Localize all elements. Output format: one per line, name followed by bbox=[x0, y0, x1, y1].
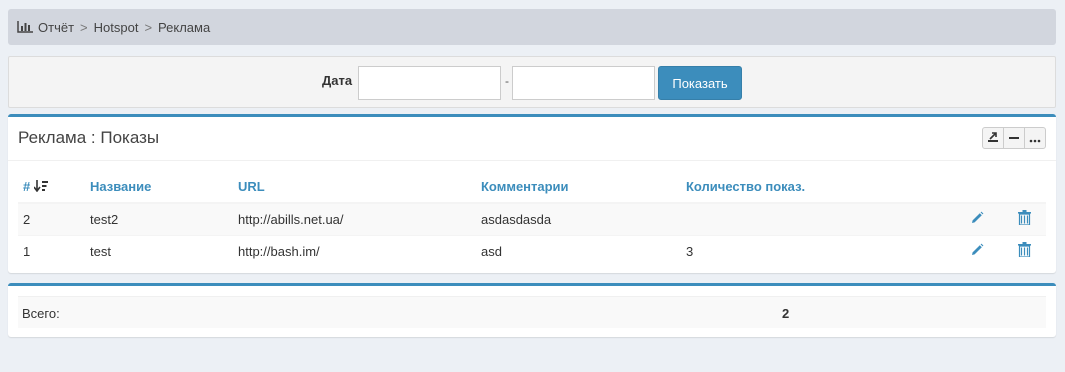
export-button[interactable] bbox=[982, 127, 1004, 149]
cell-name: test2 bbox=[85, 202, 233, 235]
cell-count: 3 bbox=[681, 234, 951, 267]
cell-name: test bbox=[85, 234, 233, 267]
show-button[interactable]: Показать bbox=[658, 66, 742, 100]
collapse-button[interactable] bbox=[1003, 127, 1025, 149]
more-icon bbox=[1029, 131, 1041, 146]
date-separator: - bbox=[505, 74, 509, 88]
table-row: 2 test2 http://abills.net.ua/ asdasdasda bbox=[18, 202, 1046, 235]
box-tools bbox=[982, 127, 1046, 149]
table-header-row: # Название URL Комментарии Количество по… bbox=[18, 171, 1046, 204]
breadcrumb-separator: > bbox=[80, 19, 88, 35]
cell-id: 1 bbox=[18, 234, 85, 267]
date-filter-panel: Дата - Показать bbox=[8, 56, 1056, 108]
breadcrumb-item-ads: Реклама bbox=[158, 19, 211, 35]
breadcrumb-item-hotspot[interactable]: Hotspot bbox=[94, 20, 139, 35]
cell-comment: asd bbox=[476, 234, 681, 267]
table-row: 1 test http://bash.im/ asd 3 bbox=[18, 234, 1046, 267]
column-header-name[interactable]: Название bbox=[85, 171, 233, 204]
box-header: Реклама : Показы bbox=[8, 117, 1056, 161]
pencil-icon[interactable] bbox=[970, 211, 984, 228]
cell-comment: asdasdasda bbox=[476, 202, 681, 235]
date-to-input[interactable] bbox=[512, 66, 655, 100]
totals-box: Всего: 2 bbox=[8, 283, 1056, 337]
column-header-comments[interactable]: Комментарии bbox=[476, 171, 681, 204]
column-header-edit bbox=[951, 171, 998, 204]
totals-value: 2 bbox=[782, 306, 790, 321]
column-header-url[interactable]: URL bbox=[233, 171, 476, 204]
date-label: Дата bbox=[322, 73, 353, 88]
totals-row: Всего: 2 bbox=[18, 296, 1046, 328]
trash-icon[interactable] bbox=[1018, 210, 1031, 228]
cell-edit bbox=[951, 234, 998, 267]
cell-url: http://bash.im/ bbox=[233, 234, 476, 267]
sort-desc-icon[interactable] bbox=[33, 179, 48, 194]
breadcrumb-item-report[interactable]: Отчёт bbox=[38, 20, 74, 35]
export-icon bbox=[987, 131, 999, 146]
column-header-count[interactable]: Количество показ. bbox=[681, 171, 951, 204]
breadcrumb-separator: > bbox=[144, 19, 153, 35]
more-options-button[interactable] bbox=[1024, 127, 1046, 149]
cell-id: 2 bbox=[18, 202, 85, 235]
pencil-icon[interactable] bbox=[970, 243, 984, 260]
cell-count bbox=[681, 202, 951, 235]
totals-label: Всего: bbox=[22, 306, 60, 321]
cell-edit bbox=[951, 202, 998, 235]
box-title: Реклама : Показы bbox=[18, 128, 160, 147]
ads-views-box: Реклама : Показы # Название URL Коммента… bbox=[8, 114, 1056, 273]
trash-icon[interactable] bbox=[1018, 242, 1031, 260]
column-header-id[interactable]: # bbox=[18, 171, 85, 204]
breadcrumb: Отчёт > Hotspot > Реклама bbox=[8, 9, 1056, 45]
cell-url: http://abills.net.ua/ bbox=[233, 202, 476, 235]
ads-table: # Название URL Комментарии Количество по… bbox=[18, 171, 1046, 267]
column-header-delete bbox=[998, 171, 1046, 204]
bar-chart-icon bbox=[17, 21, 33, 33]
minus-icon bbox=[1009, 131, 1019, 146]
cell-delete bbox=[998, 234, 1046, 267]
date-from-input[interactable] bbox=[358, 66, 501, 100]
cell-delete bbox=[998, 202, 1046, 235]
